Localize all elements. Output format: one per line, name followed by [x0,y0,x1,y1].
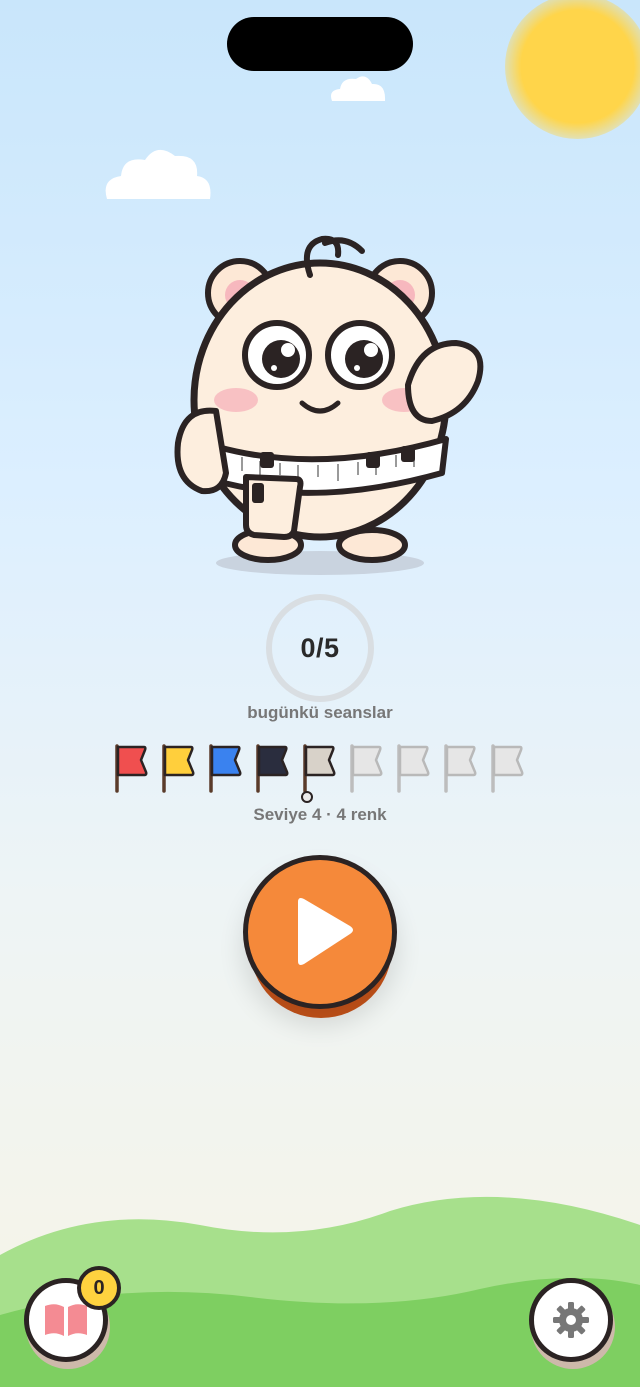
current-level-marker [301,791,313,803]
play-icon [298,898,353,965]
journal-badge: 0 [77,1266,121,1310]
level-flag-icon [491,744,524,793]
cloud-decoration [331,76,386,101]
sessions-label: bugünkü seanslar [247,703,393,722]
session-progress-count: 0/5 [300,632,340,663]
gear-icon [553,1302,589,1338]
level-flag-icon [397,744,430,793]
level-label: Seviye 4 · 4 renk [253,805,387,824]
level-flag-icon [115,744,148,793]
play-button[interactable] [243,855,397,1009]
level-flag-icon [444,744,477,793]
level-flags [112,742,532,803]
level-flag-icon [162,744,195,793]
level-flag-icon [209,744,242,793]
cloud-decoration [105,149,211,199]
session-progress-ring: 0/5 [266,594,374,702]
settings-button[interactable] [529,1278,613,1362]
level-flag-icon [303,744,336,793]
hamster-mascot [174,235,484,575]
level-flag-icon [256,744,289,793]
book-icon [45,1304,87,1336]
level-flag-icon [350,744,383,793]
dynamic-island [227,17,413,71]
sun-decoration [505,0,640,139]
